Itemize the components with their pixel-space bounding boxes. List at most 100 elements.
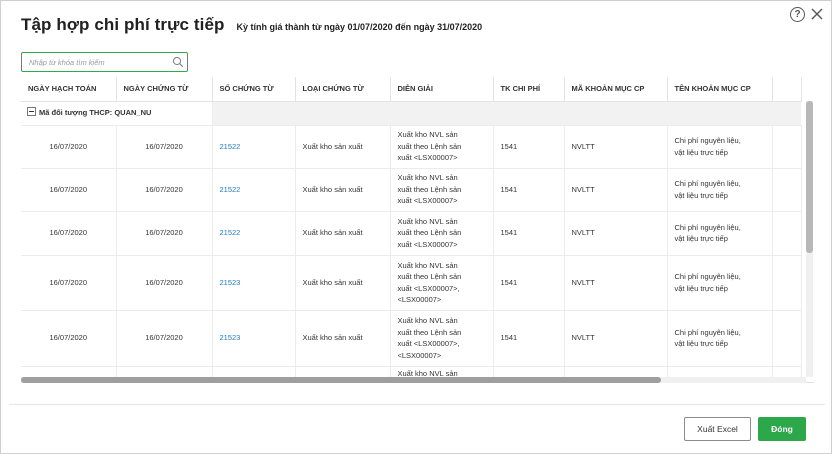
vertical-scrollbar-thumb[interactable]	[806, 101, 813, 253]
cell-so-chung-tu-link[interactable]: 21522	[212, 125, 296, 169]
cell-loai-chung-tu: Xuất kho sản xuất	[295, 211, 391, 256]
close-button[interactable]: Đóng	[758, 417, 806, 441]
cell-ngay-chung-tu: 16/07/2020	[116, 125, 213, 169]
cell-filler	[772, 255, 802, 311]
col-ngay-hach-toan[interactable]: NGÀY HẠCH TOÁN	[21, 77, 117, 102]
group-row: Mã đối tượng THCP: QUAN_NU	[21, 101, 801, 126]
text-line: Chi phí nguyên liệu,	[674, 272, 741, 281]
table-row[interactable]: 16/07/2020 16/07/2020 21522 Xuất kho sản…	[21, 211, 802, 256]
cost-collection-dialog: Tập hợp chi phí trực tiếp Kỳ tính giá th…	[0, 0, 832, 454]
cell-ten-khoan-muc: Chi phí nguyên liệu, vật liệu trực tiếp	[667, 168, 773, 212]
cell-ten-khoan-muc: Chi phí nguyên liệu, vật liệu trực tiếp	[667, 310, 773, 367]
cell-ten-khoan-muc: Chi phí nguyên liệu, vật liệu trực tiếp	[667, 211, 773, 256]
cell-filler	[772, 310, 802, 367]
text-line: xuất theo Lệnh sản	[397, 272, 462, 281]
col-loai-chung-tu[interactable]: LOẠI CHỨNG TỪ	[295, 77, 391, 102]
text-line: vật liệu trực tiếp	[674, 339, 728, 348]
table-row[interactable]: 16/07/2020 16/07/2020 21523 Xuất kho sản…	[21, 255, 802, 311]
cell-filler	[772, 168, 802, 212]
text-line: xuất <LSX00007>	[397, 196, 458, 206]
col-filler	[772, 77, 802, 102]
col-dien-giai[interactable]: DIỄN GIẢI	[390, 77, 494, 102]
cell-loai-chung-tu: Xuất kho sản xuất	[295, 125, 391, 169]
text-line: xuất <LSX00007>	[397, 153, 458, 163]
cost-grid: NGÀY HẠCH TOÁN NGÀY CHỨNG TỪ SỐ CHỨNG TỪ…	[21, 77, 814, 383]
cell-ngay-hach-toan: 16/07/2020	[21, 310, 117, 367]
search-icon[interactable]	[172, 56, 184, 68]
cell-dien-giai: Xuất kho NVL sản xuất theo Lệnh sản xuất <…	[390, 125, 494, 169]
cell-ngay-chung-tu: 16/07/2020	[116, 168, 213, 212]
search-input[interactable]	[22, 53, 167, 71]
group-row-fill	[212, 101, 801, 126]
text-line: Chi phí nguyên liệu,	[674, 327, 741, 337]
help-icon[interactable]: ?	[790, 7, 805, 22]
cost-table: NGÀY HẠCH TOÁN NGÀY CHỨNG TỪ SỐ CHỨNG TỪ…	[21, 77, 802, 382]
text-line: vật liệu trực tiếp	[674, 283, 728, 293]
cell-loai-chung-tu: Xuất kho sản xuất	[295, 310, 391, 367]
col-ten-khoan-muc[interactable]: TÊN KHOẢN MỤC CP	[667, 77, 773, 102]
cell-tk-chi-phi: 1541	[493, 255, 565, 311]
text-line: Xuất kho NVL sản	[397, 316, 458, 325]
cell-so-chung-tu-link[interactable]: 21523	[212, 310, 296, 367]
text-line: Xuất kho NVL sản	[397, 260, 458, 270]
cell-ngay-chung-tu: 16/07/2020	[116, 310, 213, 367]
cell-ma-khoan-muc: NVLTT	[564, 125, 668, 169]
cell-ma-khoan-muc: NVLTT	[564, 255, 668, 311]
cell-so-chung-tu-link[interactable]: 21522	[212, 168, 296, 212]
cell-ngay-hach-toan: 16/07/2020	[21, 168, 117, 212]
close-icon[interactable]	[809, 6, 825, 22]
text-line: Xuất kho NVL sản	[397, 216, 458, 226]
text-line: vật liệu trực tiếp	[674, 234, 728, 243]
table-row[interactable]: 16/07/2020 16/07/2020 21522 Xuất kho sản…	[21, 168, 802, 212]
search-box	[21, 52, 188, 72]
dialog-title: Tập hợp chi phí trực tiếp	[21, 15, 225, 34]
cell-dien-giai: Xuất kho NVL sản xuất theo Lệnh sản xuất <…	[390, 168, 494, 212]
cell-ma-khoan-muc: NVLTT	[564, 211, 668, 256]
text-line: xuất <LSX00007>,	[397, 339, 460, 348]
horizontal-scrollbar-thumb[interactable]	[21, 377, 661, 383]
cell-dien-giai: Xuất kho NVL sản xuất theo Lệnh sản xuất <…	[390, 211, 494, 256]
export-excel-button[interactable]: Xuất Excel	[684, 417, 751, 441]
text-line: <LSX00007>	[397, 295, 442, 304]
table-row[interactable]: 16/07/2020 16/07/2020 21523 Xuất kho sản…	[21, 310, 802, 367]
cell-tk-chi-phi: 1541	[493, 310, 565, 367]
group-label: Mã đối tượng THCP: QUAN_NU	[39, 108, 152, 118]
text-line: Chi phí nguyên liệu,	[674, 222, 741, 232]
cell-filler	[772, 211, 802, 256]
col-tk-chi-phi[interactable]: TK CHI PHÍ	[493, 77, 565, 102]
dialog-header: Tập hợp chi phí trực tiếp Kỳ tính giá th…	[21, 15, 482, 35]
text-line: vật liệu trực tiếp	[674, 190, 728, 200]
text-line: <LSX00007>	[397, 350, 442, 360]
col-ngay-chung-tu[interactable]: NGÀY CHỨNG TỪ	[116, 77, 213, 102]
cell-loai-chung-tu: Xuất kho sản xuất	[295, 168, 391, 212]
cell-filler	[772, 125, 802, 169]
cell-tk-chi-phi: 1541	[493, 125, 565, 169]
cell-dien-giai: Xuất kho NVL sản xuất theo Lệnh sản xuất <…	[390, 255, 494, 311]
period-subtitle: Kỳ tính giá thành từ ngày 01/07/2020 đến…	[236, 22, 483, 32]
footer-divider	[9, 404, 825, 405]
header-row: NGÀY HẠCH TOÁN NGÀY CHỨNG TỪ SỐ CHỨNG TỪ…	[21, 77, 802, 102]
text-line: xuất <LSX00007>,	[397, 283, 460, 293]
text-line: xuất theo Lệnh sản	[397, 327, 462, 337]
text-line: xuất <LSX00007>	[397, 239, 458, 249]
group-label-cell: Mã đối tượng THCP: QUAN_NU	[21, 101, 213, 126]
col-so-chung-tu[interactable]: SỐ CHỨNG TỪ	[212, 77, 296, 102]
text-line: Chi phí nguyên liệu,	[674, 136, 741, 145]
cell-ten-khoan-muc: Chi phí nguyên liệu, vật liệu trực tiếp	[667, 255, 773, 311]
cell-ngay-chung-tu: 16/07/2020	[116, 211, 213, 256]
col-ma-khoan-muc[interactable]: MÃ KHOẢN MỤC CP	[564, 77, 668, 102]
cell-so-chung-tu-link[interactable]: 21523	[212, 255, 296, 311]
cell-ten-khoan-muc: Chi phí nguyên liệu, vật liệu trực tiếp	[667, 125, 773, 169]
cell-so-chung-tu-link[interactable]: 21522	[212, 211, 296, 256]
text-line: Xuất kho NVL sản	[397, 130, 458, 140]
text-line: vật liệu trực tiếp	[674, 147, 728, 157]
table-row[interactable]: 16/07/2020 16/07/2020 21522 Xuất kho sản…	[21, 125, 802, 169]
cell-tk-chi-phi: 1541	[493, 211, 565, 256]
cell-loai-chung-tu: Xuất kho sản xuất	[295, 255, 391, 311]
text-line: xuất theo Lệnh sản	[397, 141, 462, 151]
text-line: xuất theo Lệnh sản	[397, 184, 462, 194]
text-line: Xuất kho NVL sản	[397, 173, 458, 183]
cell-ngay-hach-toan: 16/07/2020	[21, 211, 117, 256]
collapse-icon[interactable]	[27, 107, 36, 117]
cell-ma-khoan-muc: NVLTT	[564, 310, 668, 367]
